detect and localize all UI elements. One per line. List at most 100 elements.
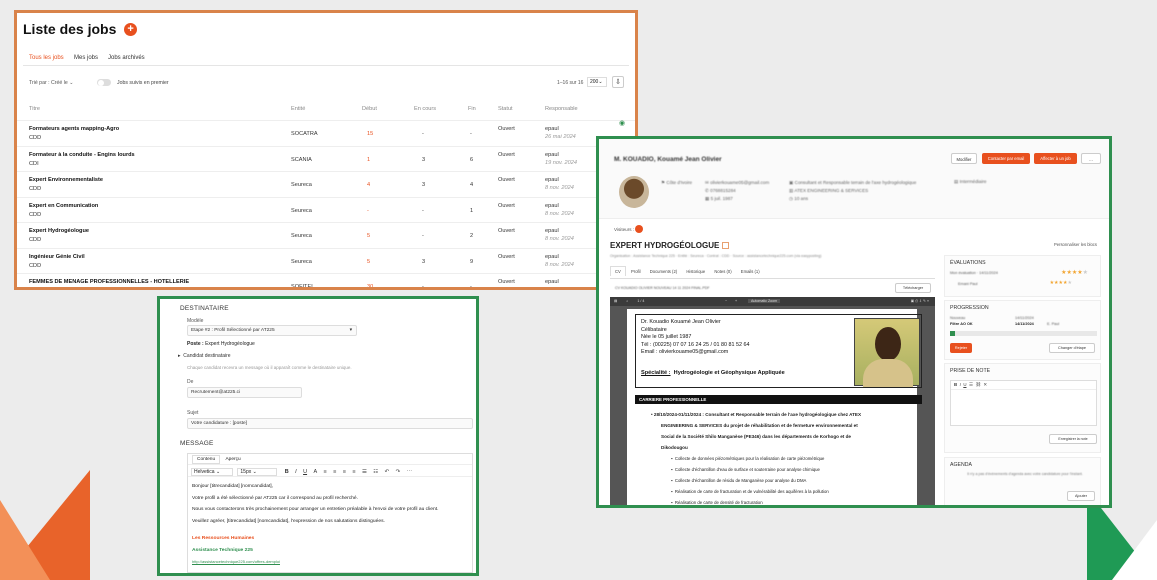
align-right-icon[interactable]: ≡ bbox=[343, 469, 346, 475]
bold-icon[interactable]: B bbox=[285, 469, 289, 475]
col-entity: Entité bbox=[291, 106, 306, 112]
editor-tabs: Contenu Aperçu bbox=[188, 454, 472, 465]
jobs-list-panel: Liste des jobs + Tous les jobs Mes jobs … bbox=[14, 10, 638, 290]
table-row[interactable]: Formateurs agents mapping-Agro CDD SOCATRA… bbox=[17, 120, 635, 145]
table-row[interactable]: Formateur à la conduite - Engins lourds C… bbox=[17, 145, 635, 171]
note-editor[interactable]: B I U ☰ ⛓ ✕ bbox=[950, 380, 1097, 426]
body-line: Bonjour [titrecandidat] [nomcandidat], bbox=[192, 484, 274, 489]
add-event-button[interactable]: Ajouter bbox=[1067, 491, 1095, 501]
recipient-candidate-toggle[interactable]: ▸ Candidat destinataire bbox=[178, 353, 231, 359]
text-color-icon[interactable]: A bbox=[313, 469, 317, 475]
size-select[interactable]: 15px ⌄ bbox=[237, 468, 278, 476]
underline-icon[interactable]: U bbox=[303, 469, 307, 475]
align-left-icon[interactable]: ≡ bbox=[324, 469, 327, 475]
tab-profile[interactable]: Profil bbox=[627, 267, 645, 276]
job-entity: SOFITEL bbox=[291, 284, 315, 290]
change-step-button[interactable]: Changer d'étape bbox=[1049, 343, 1095, 353]
mail-icon: ✉ bbox=[705, 180, 709, 185]
tab-emails[interactable]: Emails (1) bbox=[737, 267, 764, 276]
list-icon[interactable]: ☰ bbox=[969, 382, 973, 387]
tab-history[interactable]: Historique bbox=[682, 267, 709, 276]
tab-preview[interactable]: Aperçu bbox=[221, 456, 244, 463]
edit-button[interactable]: Modifier bbox=[951, 153, 977, 164]
zoom-out-icon[interactable]: − bbox=[725, 299, 727, 303]
tab-cv[interactable]: CV bbox=[610, 266, 626, 276]
table-row[interactable]: Expert Hydrogéologue CDD Seureca 5 - 2 Ouvert e… bbox=[17, 222, 635, 247]
zoom-in-icon[interactable]: + bbox=[735, 299, 737, 303]
caret-right-icon: ▸ bbox=[178, 353, 181, 359]
job-status: Ouvert bbox=[498, 126, 515, 132]
col-status: Statut bbox=[498, 106, 513, 112]
table-row[interactable]: Expert en Communication CDD Seureca - - 1 Ouve… bbox=[17, 196, 635, 222]
download-icon[interactable]: ⇩ bbox=[612, 76, 624, 88]
subject-field[interactable]: Votre candidature : [poste] bbox=[187, 418, 473, 429]
numbered-list-icon[interactable]: ☷ bbox=[373, 469, 378, 475]
career-line: Dikodougou bbox=[661, 445, 688, 450]
table-row[interactable]: FEMMES DE MENAGE PROFESSIONNELLES - HOTE… bbox=[17, 273, 635, 290]
contact-email-button[interactable]: Contacter par email bbox=[982, 153, 1030, 164]
job-title: FEMMES DE MENAGE PROFESSIONNELLES - HOTE… bbox=[29, 279, 190, 285]
prog-date: 14/11/2024 bbox=[1015, 316, 1034, 320]
tab-documents[interactable]: Documents (2) bbox=[646, 267, 681, 276]
signature-link[interactable]: http://assistancetechnique225.com/offres… bbox=[192, 556, 468, 568]
job-date: 8 nov. 2024 bbox=[545, 185, 574, 191]
save-note-button[interactable]: Enregistrer la note bbox=[1049, 434, 1097, 444]
font-select[interactable]: Helvetica ⌄ bbox=[191, 468, 233, 476]
birth-line: ▦ 5 juil. 1987 bbox=[705, 196, 733, 201]
job-entity: Seureca bbox=[291, 207, 312, 214]
tab-content[interactable]: Contenu bbox=[192, 455, 221, 464]
job-title: Ingénieur Génie Civil bbox=[29, 253, 85, 260]
job-title: Expert en Communication bbox=[29, 202, 99, 209]
tab-notes[interactable]: Notes (0) bbox=[710, 267, 735, 276]
table-row[interactable]: Expert Environnementaliste CDD Seureca 4 3 4 O… bbox=[17, 171, 635, 196]
more-icon[interactable]: ⋯ bbox=[407, 469, 413, 475]
job-start-count: 4 bbox=[367, 182, 371, 188]
cv-line: Email : olivierkouame05@gmail.com bbox=[641, 349, 729, 356]
bold-icon[interactable]: B bbox=[954, 382, 957, 387]
job-start-count: 30 bbox=[367, 284, 374, 290]
zoom-select[interactable]: Automatic Zoom bbox=[748, 299, 781, 303]
tab-my-jobs[interactable]: Mes jobs bbox=[74, 55, 98, 61]
job-ongoing-count: 3 bbox=[422, 182, 426, 188]
job-end-count: 9 bbox=[470, 258, 474, 265]
sort-select[interactable]: Trié par : Créé le ⌄ bbox=[29, 80, 74, 86]
follow-toggle[interactable] bbox=[97, 79, 111, 86]
table-row[interactable]: Ingénieur Génie Civil CDD Seureca 5 3 9 Ouvert… bbox=[17, 247, 635, 273]
job-entity: Seureca bbox=[291, 233, 312, 239]
subject-label: Sujet bbox=[187, 410, 199, 416]
page-size-select[interactable]: 200⌄ bbox=[587, 77, 607, 87]
customize-blocks-link[interactable]: Personnaliser les blocs bbox=[1054, 242, 1097, 247]
download-cv-button[interactable]: Télécharger bbox=[895, 283, 931, 293]
job-date: 8 nov. 2024 bbox=[545, 261, 574, 268]
add-job-button[interactable]: + bbox=[124, 23, 138, 36]
eval-label: Emani Paul bbox=[958, 282, 978, 286]
job-end-count: 2 bbox=[470, 233, 474, 239]
eval-stars[interactable]: ★★★★★ bbox=[1061, 269, 1088, 276]
eye-icon[interactable]: ◉ bbox=[619, 119, 625, 127]
sidebar-icon[interactable]: ▤ bbox=[614, 299, 617, 303]
underline-icon[interactable]: U bbox=[963, 382, 966, 387]
editor-body[interactable]: Bonjour [titrecandidat] [nomcandidat], V… bbox=[188, 477, 472, 572]
redo-icon[interactable]: ↷ bbox=[396, 469, 401, 475]
assign-job-button[interactable]: Affecter à un job bbox=[1034, 153, 1077, 164]
search-icon[interactable]: ⌕ bbox=[626, 299, 628, 303]
from-field[interactable]: Recrutement@at225.ci bbox=[187, 387, 302, 398]
italic-icon[interactable]: I bbox=[960, 382, 961, 387]
recipient-section-title: DESTINATAIRE bbox=[180, 305, 229, 312]
link-icon[interactable]: ⛓ bbox=[975, 382, 981, 387]
job-ongoing-count: 3 bbox=[422, 258, 426, 265]
justify-icon[interactable]: ≡ bbox=[352, 469, 355, 475]
more-actions-button[interactable]: ... bbox=[1081, 153, 1101, 164]
template-select[interactable]: Etape #2 : Profil Sélectionné par AT225 ▾ bbox=[187, 325, 357, 336]
italic-icon[interactable]: I bbox=[295, 469, 297, 475]
reject-button[interactable]: Rejeter bbox=[950, 343, 972, 353]
clear-icon[interactable]: ✕ bbox=[983, 382, 987, 387]
role-edit-icon[interactable] bbox=[721, 242, 729, 249]
align-center-icon[interactable]: ≡ bbox=[333, 469, 336, 475]
undo-icon[interactable]: ↶ bbox=[385, 469, 390, 475]
tab-archived-jobs[interactable]: Jobs archivés bbox=[108, 55, 145, 61]
career-bullet: ▪ Réalisation de carte de fracturation e… bbox=[671, 489, 829, 494]
pdf-tools-icons[interactable]: ▣ ⎙ ⇩ ✎ » bbox=[911, 299, 929, 303]
career-line: Social de la Société Shilo Manganèse (PE… bbox=[661, 434, 851, 439]
bullet-list-icon[interactable]: ☰ bbox=[362, 469, 367, 475]
